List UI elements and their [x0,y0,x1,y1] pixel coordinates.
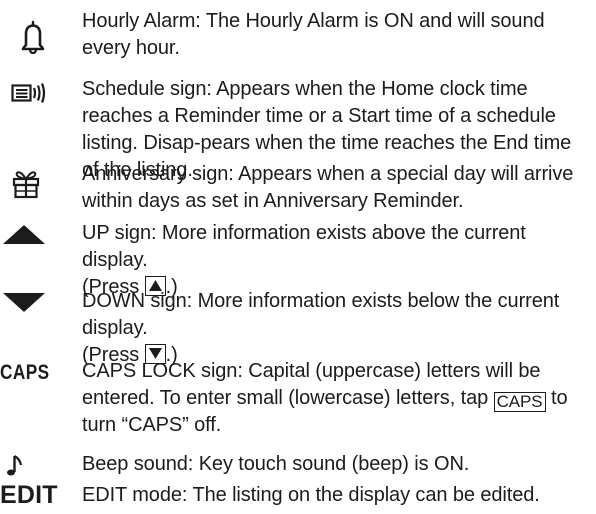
entry-title: Beep sound: [82,453,194,475]
entry-text: CAPS LOCK sign: Capital (uppercase) lett… [82,358,592,439]
entry-text: Beep sound: Key touch sound (beep) is ON… [82,451,592,478]
entry-title: UP sign: [82,222,157,244]
schedule-sign-icon [0,76,68,121]
entry-description: The listing on the display can be edited… [192,484,540,506]
entry-text: Anniversary sign: Appears when a special… [82,161,592,215]
entry-text: Hourly Alarm: The Hourly Alarm is ON and… [82,8,592,62]
bell-icon [0,8,68,67]
entry-text: EDIT mode: The listing on the display ca… [82,482,592,509]
entry-title: Schedule sign: [82,78,212,100]
indicator-list: Hourly Alarm: The Hourly Alarm is ON and… [0,0,596,514]
entry-description: Key touch sound (beep) is ON. [198,453,470,475]
edit-indicator: EDIT [0,481,68,510]
entry-text: DOWN sign: More information exists below… [82,288,592,369]
up-triangle-icon [0,220,68,259]
entry-title: CAPS LOCK sign: [82,360,243,382]
entry-title: Hourly Alarm: [82,10,201,32]
entry-title: DOWN sign: [82,290,193,312]
entry-title: Anniversary sign: [82,163,234,185]
caps-key: CAPS [493,392,546,412]
caps-indicator-label: CAPS [0,361,50,384]
caps-indicator: CAPS [0,358,68,385]
edit-indicator-label: EDIT [0,481,58,509]
gift-icon [0,161,68,210]
down-triangle-icon [0,288,68,327]
entry-title: EDIT mode: [82,484,188,506]
